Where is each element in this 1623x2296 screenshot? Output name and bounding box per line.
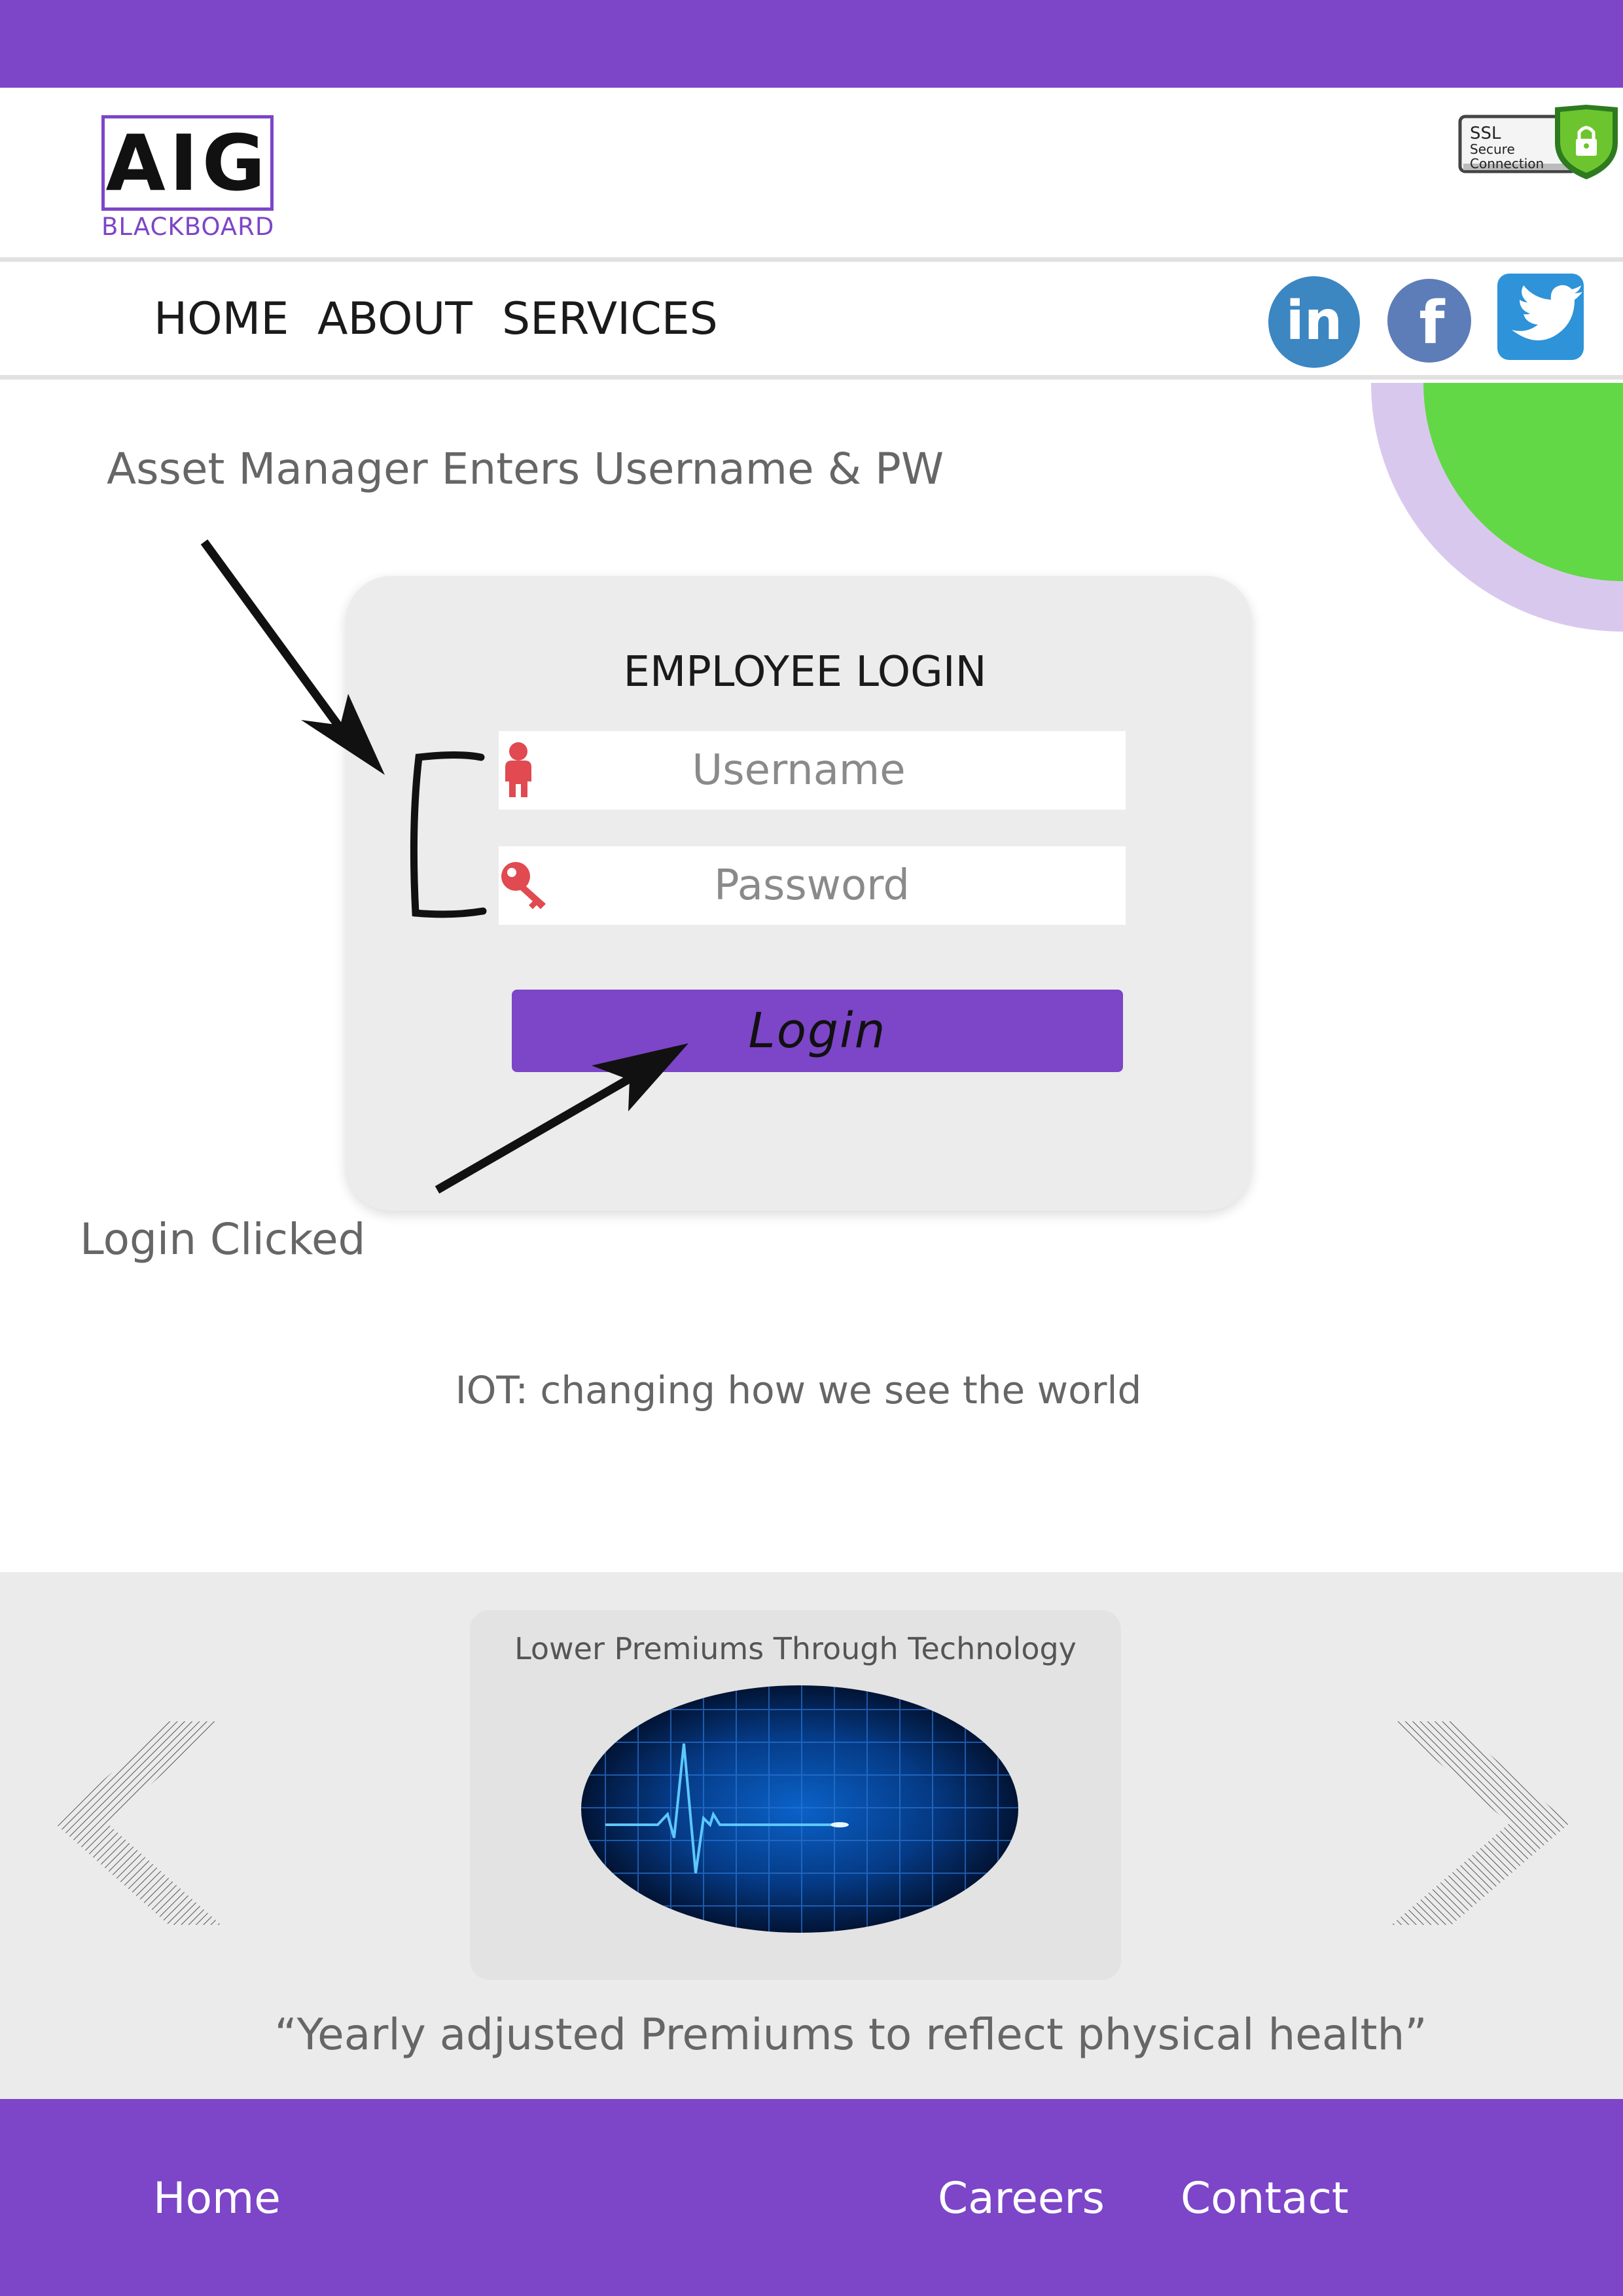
carousel-quote: “Yearly adjusted Premiums to reflect phy…	[274, 2009, 1427, 2060]
footer-link-home[interactable]: Home	[153, 2173, 281, 2223]
slide-title: Lower Premiums Through Technology	[514, 1631, 1077, 1666]
bracket	[410, 751, 487, 918]
arrow-to-fields	[200, 539, 385, 775]
tagline: IOT: changing how we see the world	[455, 1368, 1142, 1412]
chevron-right-icon[interactable]	[1389, 1720, 1572, 1926]
arrow-to-login	[435, 1043, 688, 1194]
chevron-left-icon[interactable]	[52, 1720, 224, 1926]
footer-link-careers[interactable]: Careers	[938, 2173, 1105, 2223]
footer-link-contact[interactable]: Contact	[1181, 2173, 1349, 2223]
heartbeat-monitor-image	[579, 1683, 1021, 1935]
annotation-login-clicked: Login Clicked	[80, 1214, 366, 1265]
annotation-arrows	[200, 539, 688, 1194]
